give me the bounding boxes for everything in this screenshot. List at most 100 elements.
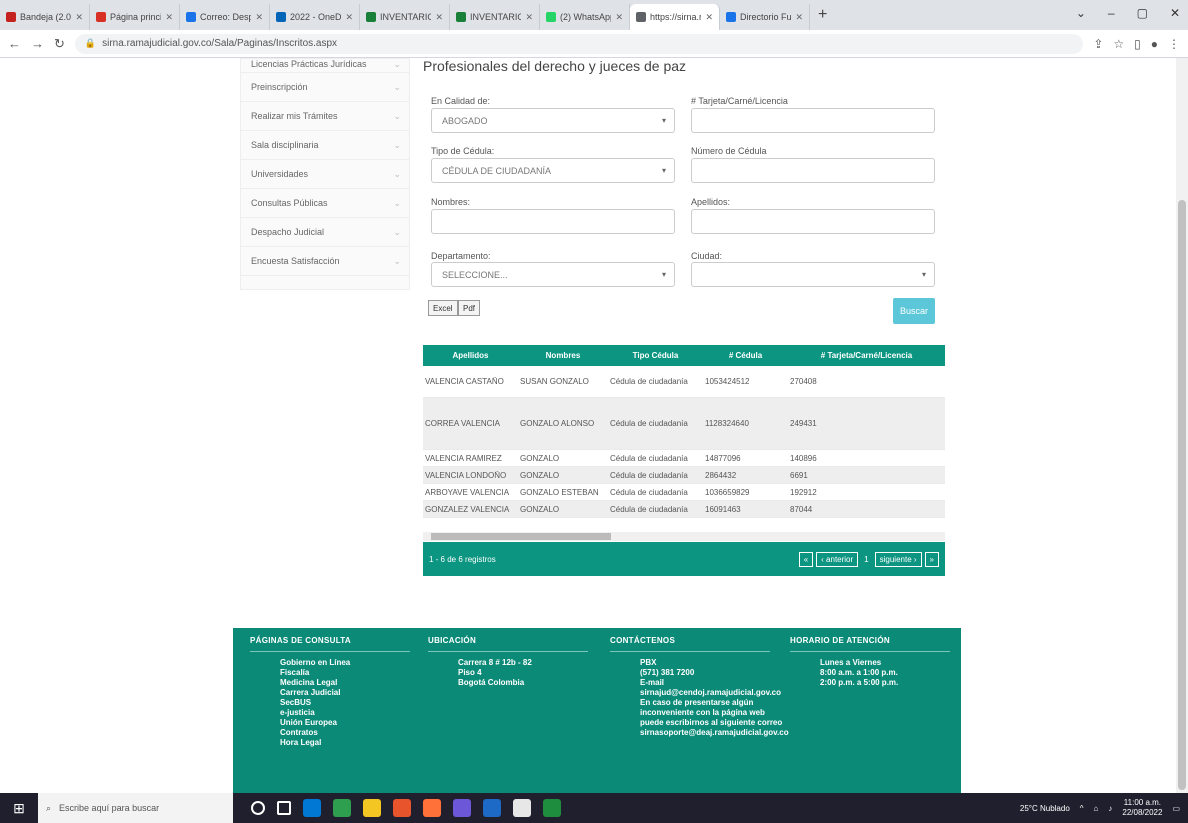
tab-close-icon[interactable]: ✕ bbox=[435, 12, 443, 23]
footer-link[interactable]: SecBUS bbox=[250, 698, 410, 708]
sidebar-panel-icon[interactable]: ▯ bbox=[1134, 37, 1141, 51]
bookmark-star-icon[interactable]: ☆ bbox=[1113, 37, 1124, 51]
back-arrow-icon[interactable]: ← bbox=[8, 36, 21, 51]
sidebar-item[interactable]: Sala disciplinaria ⌄ bbox=[241, 131, 409, 160]
export-pdf-button[interactable]: Pdf bbox=[458, 300, 481, 316]
ciudad-select[interactable]: ▾ bbox=[691, 262, 935, 287]
last-page-button[interactable]: » bbox=[924, 551, 939, 567]
table-row[interactable]: GONZALEZ VALENCIA GONZALO Cédula de ciudad… bbox=[423, 501, 945, 518]
numero-cedula-input[interactable] bbox=[691, 158, 935, 183]
table-row[interactable]: VALENCIA CASTAÑO SUSAN GONZALO Cédula de c… bbox=[423, 366, 945, 398]
reload-icon[interactable]: ↻ bbox=[54, 36, 65, 52]
menu-kebab-icon[interactable]: ⋮ bbox=[1168, 37, 1180, 51]
url-field[interactable]: 🔒 sirna.ramajudicial.gov.co/Sala/Paginas… bbox=[74, 33, 1084, 54]
network-icon[interactable]: ⌂ bbox=[1094, 804, 1099, 813]
tab-close-icon[interactable]: ✕ bbox=[165, 12, 173, 23]
tab-close-icon[interactable]: ✕ bbox=[75, 12, 83, 23]
table-cell: GONZALO bbox=[520, 504, 560, 514]
taskbar-app-icon[interactable] bbox=[251, 801, 265, 815]
sidebar-item[interactable]: Consultas Públicas ⌄ bbox=[241, 189, 409, 218]
browser-tab[interactable]: Página principal de ...✕ bbox=[90, 4, 180, 30]
browser-tab[interactable]: Directorio Funcionar...✕ bbox=[720, 4, 810, 30]
new-tab-button[interactable]: + bbox=[810, 6, 835, 24]
footer-link[interactable]: Unión Europea bbox=[250, 718, 410, 728]
taskbar-app-icon[interactable] bbox=[513, 799, 531, 817]
column-header[interactable]: Nombres bbox=[518, 351, 608, 360]
taskbar-app-icon[interactable] bbox=[303, 799, 321, 817]
next-page-button[interactable]: siguiente › bbox=[874, 551, 922, 567]
taskbar-app-icon[interactable] bbox=[277, 801, 291, 815]
taskbar-app-icon[interactable] bbox=[333, 799, 351, 817]
tarjeta-input[interactable] bbox=[691, 108, 935, 133]
footer-link[interactable]: Carrera Judicial bbox=[250, 688, 410, 698]
footer-link[interactable]: Medicina Legal bbox=[250, 678, 410, 688]
column-header[interactable]: # Tarjeta/Carné/Licencia bbox=[788, 351, 945, 360]
table-scrollbar-thumb[interactable] bbox=[431, 533, 611, 540]
tab-close-icon[interactable]: ✕ bbox=[795, 12, 803, 23]
taskbar-app-icon[interactable] bbox=[423, 799, 441, 817]
browser-tab[interactable]: https://sirna.ramaju... ✕ bbox=[630, 4, 720, 30]
search-button[interactable]: Buscar bbox=[893, 298, 935, 324]
taskbar-app-icon[interactable] bbox=[363, 799, 381, 817]
close-icon[interactable]: ✕ bbox=[1170, 6, 1180, 20]
table-row[interactable]: VALENCIA RAMIREZ GONZALO Cédula de ciudada… bbox=[423, 450, 945, 467]
column-header[interactable]: # Cédula bbox=[703, 351, 788, 360]
windows-start-icon[interactable]: ⊞ bbox=[0, 800, 38, 817]
maximize-icon[interactable]: ▢ bbox=[1137, 6, 1148, 20]
apellidos-input[interactable] bbox=[691, 209, 935, 234]
taskbar-search-field[interactable]: ⌕ Escribe aquí para buscar bbox=[38, 793, 233, 823]
column-header[interactable]: Apellidos bbox=[423, 351, 518, 360]
taskbar-app-icon[interactable] bbox=[483, 799, 501, 817]
sidebar-item[interactable]: Realizar mis Trámites ⌄ bbox=[241, 102, 409, 131]
sidebar-item[interactable]: Licencias Prácticas Jurídicas ⌄ bbox=[241, 59, 409, 73]
sidebar-item[interactable]: Preinscripción ⌄ bbox=[241, 73, 409, 102]
sidebar-item[interactable]: Encuesta Satisfacción ⌄ bbox=[241, 247, 409, 276]
tab-close-icon[interactable]: ✕ bbox=[525, 12, 533, 23]
volume-icon[interactable]: ♪ bbox=[1108, 804, 1112, 813]
sidebar-item-label: Universidades bbox=[251, 169, 309, 179]
nombres-input[interactable] bbox=[431, 209, 675, 234]
tab-search-icon[interactable]: ⌄ bbox=[1076, 6, 1086, 20]
table-horizontal-scrollbar[interactable] bbox=[423, 532, 945, 541]
tab-close-icon[interactable]: ✕ bbox=[615, 12, 623, 23]
share-icon[interactable]: ⇪ bbox=[1093, 37, 1103, 51]
footer-link[interactable]: e-justicia bbox=[250, 708, 410, 718]
footer-link[interactable]: Fiscalía bbox=[250, 668, 410, 678]
footer-link[interactable]: Contratos bbox=[250, 728, 410, 738]
sidebar-item[interactable]: Universidades ⌄ bbox=[241, 160, 409, 189]
page-scrollbar-thumb[interactable] bbox=[1178, 200, 1186, 790]
tab-close-icon[interactable]: ✕ bbox=[345, 12, 353, 23]
export-excel-button[interactable]: Excel bbox=[428, 300, 458, 316]
browser-tab[interactable]: INVENTARIO ABOGA...✕ bbox=[360, 4, 450, 30]
minimize-icon[interactable]: – bbox=[1108, 6, 1115, 20]
column-header[interactable]: Tipo Cédula bbox=[608, 351, 703, 360]
taskbar-app-icon[interactable] bbox=[393, 799, 411, 817]
clock[interactable]: 11:00 a.m. 22/08/2022 bbox=[1122, 798, 1162, 818]
tray-arrow-icon[interactable]: ^ bbox=[1080, 804, 1084, 813]
sidebar-item[interactable]: Despacho Judicial ⌄ bbox=[241, 218, 409, 247]
browser-tab[interactable]: Bandeja (2.030) - ...✕ bbox=[0, 4, 90, 30]
notifications-icon[interactable]: ▭ bbox=[1172, 804, 1180, 813]
footer-link[interactable]: Gobierno en Línea bbox=[250, 658, 410, 668]
previous-page-button[interactable]: ‹ anterior bbox=[816, 551, 859, 567]
taskbar-app-icon[interactable] bbox=[543, 799, 561, 817]
first-page-button[interactable]: « bbox=[798, 551, 814, 567]
table-row[interactable]: ARBOYAVE VALENCIA GONZALO ESTEBAN Cédula d… bbox=[423, 484, 945, 501]
footer-link[interactable]: Hora Legal bbox=[250, 738, 410, 748]
forward-arrow-icon[interactable]: → bbox=[31, 36, 44, 51]
tab-close-icon[interactable]: ✕ bbox=[705, 12, 713, 23]
tab-close-icon[interactable]: ✕ bbox=[255, 12, 263, 23]
table-row[interactable]: VALENCIA LONDOÑO GONZALO Cédula de ciudada… bbox=[423, 467, 945, 484]
browser-tab[interactable]: INVENTARIO FUNCIO...✕ bbox=[450, 4, 540, 30]
browser-tab[interactable]: 2022 - OneDrive✕ bbox=[270, 4, 360, 30]
tipo-cedula-select[interactable]: CÉDULA DE CIUDADANÍA ▾ bbox=[431, 158, 675, 183]
departamento-select[interactable]: SELECCIONE... ▾ bbox=[431, 262, 675, 287]
browser-tab[interactable]: (2) WhatsApp ✕ bbox=[540, 4, 630, 30]
table-row[interactable]: CORREA VALENCIA GONZALO ALONSO Cédula de c… bbox=[423, 398, 945, 450]
taskbar-app-icon[interactable] bbox=[453, 799, 471, 817]
current-page-number[interactable]: 1 bbox=[861, 555, 871, 564]
weather-widget[interactable]: 25°C Nublado bbox=[1020, 804, 1070, 813]
calidad-select[interactable]: ABOGADO ▾ bbox=[431, 108, 675, 133]
browser-tab[interactable]: Correo: Despacho 02 ...✕ bbox=[180, 4, 270, 30]
profile-icon[interactable]: ● bbox=[1151, 37, 1158, 51]
